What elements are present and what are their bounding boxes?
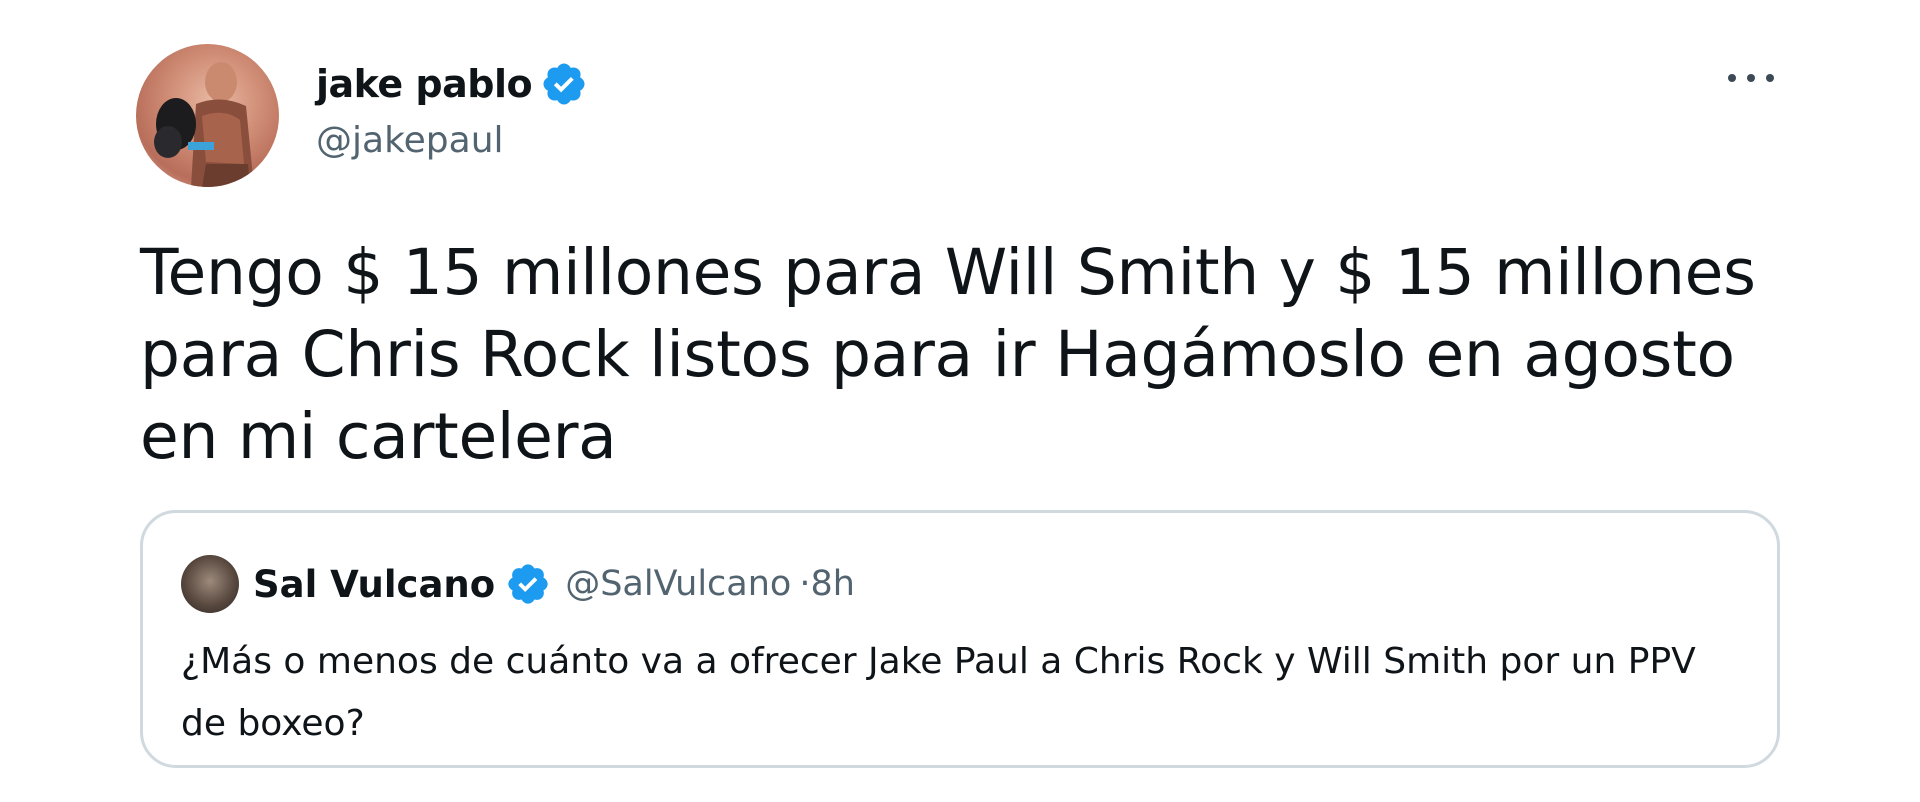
quoted-author-display-name: Sal Vulcano xyxy=(253,562,496,606)
quoted-author-handle: @SalVulcano xyxy=(565,564,792,604)
author-info: jake pablo @jakepaul xyxy=(316,54,588,161)
more-options-button[interactable] xyxy=(1728,60,1774,96)
quoted-tweet[interactable]: Sal Vulcano @SalVulcano ·8h ¿Más o menos… xyxy=(140,510,1780,768)
quoted-tweet-timestamp: ·8h xyxy=(799,564,855,604)
author-avatar[interactable] xyxy=(136,44,279,187)
verified-badge-icon xyxy=(543,63,585,105)
tweet-text: Tengo $ 15 millones para Will Smith y $ … xyxy=(140,236,1756,473)
author-display-name[interactable]: jake pablo xyxy=(316,62,533,106)
verified-badge-icon xyxy=(508,564,548,604)
quoted-tweet-header: Sal Vulcano @SalVulcano ·8h xyxy=(181,551,855,617)
more-horizontal-icon xyxy=(1728,74,1736,82)
author-handle[interactable]: @jakepaul xyxy=(316,120,588,161)
quoted-author-avatar xyxy=(181,555,239,613)
quoted-tweet-text: ¿Más o menos de cuánto va a ofrecer Jake… xyxy=(181,641,1696,744)
tweet-card: jake pablo @jakepaul Tengo $ 15 millones… xyxy=(0,0,1920,802)
